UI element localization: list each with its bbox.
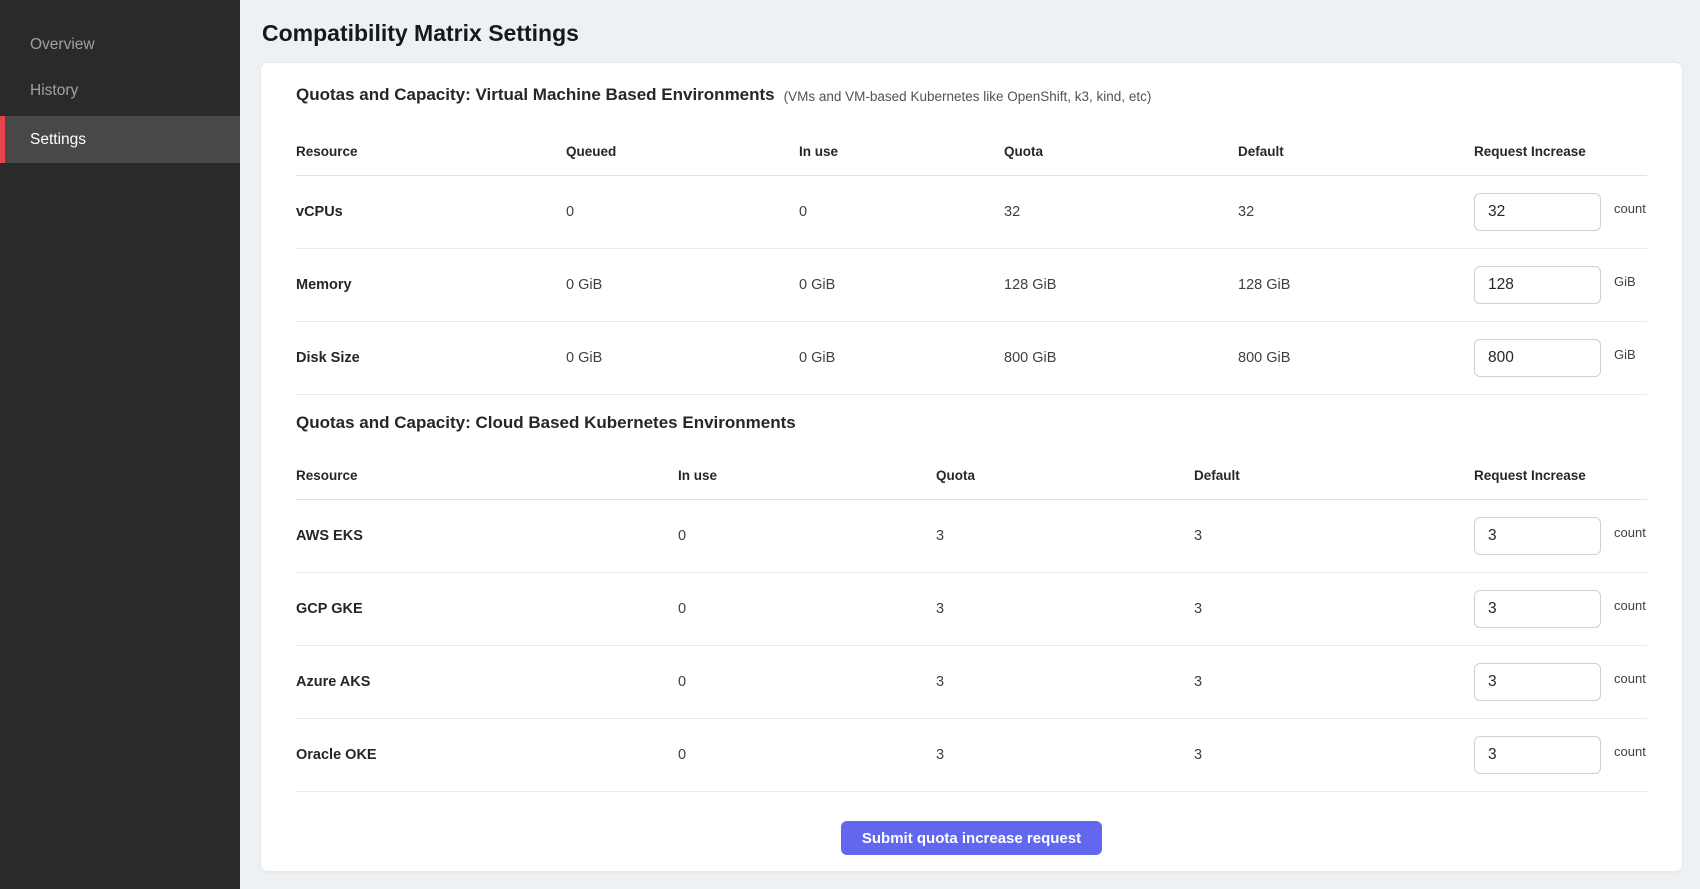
app-window: Overview History Settings Compatibility … — [0, 0, 1700, 889]
request-increase-input[interactable] — [1474, 266, 1601, 304]
request-increase-input[interactable] — [1474, 193, 1601, 231]
section-header: Quotas and Capacity: Virtual Machine Bas… — [296, 63, 1647, 127]
table-row: vCPUs003232count — [296, 176, 1647, 249]
value-cell: 3 — [936, 601, 1194, 617]
table-row: Oracle OKE033count — [296, 719, 1647, 792]
column-header: Default — [1194, 468, 1474, 483]
column-header: Queued — [566, 144, 799, 159]
sidebar-item-label: Settings — [30, 131, 86, 149]
table-row: Memory0 GiB0 GiB128 GiB128 GiBGiB — [296, 249, 1647, 322]
sidebar-item-label: History — [30, 82, 78, 100]
value-cell: 3 — [1194, 601, 1474, 617]
value-cell: 800 GiB — [1004, 350, 1238, 366]
settings-card: Quotas and Capacity: Virtual Machine Bas… — [260, 62, 1683, 872]
value-cell: 3 — [936, 747, 1194, 763]
sidebar-item-settings[interactable]: Settings — [0, 116, 240, 163]
sidebar-item-history[interactable]: History — [0, 70, 240, 112]
column-header: Resource — [296, 468, 678, 483]
request-increase-cell: count — [1474, 517, 1647, 555]
table-body: vCPUs003232countMemory0 GiB0 GiB128 GiB1… — [296, 176, 1647, 395]
section-title: Quotas and Capacity: Cloud Based Kuberne… — [296, 413, 796, 433]
value-cell: 0 GiB — [799, 350, 1004, 366]
unit-label: count — [1614, 201, 1646, 216]
value-cell: 0 — [678, 674, 936, 690]
column-header: Request Increase — [1474, 468, 1647, 483]
value-cell: 3 — [1194, 528, 1474, 544]
value-cell: 3 — [1194, 747, 1474, 763]
value-cell: 0 — [678, 528, 936, 544]
vm-quotas-section: Quotas and Capacity: Virtual Machine Bas… — [296, 63, 1647, 395]
value-cell: 32 — [1238, 204, 1474, 220]
value-cell: 3 — [936, 528, 1194, 544]
section-title: Quotas and Capacity: Virtual Machine Bas… — [296, 85, 775, 105]
section-subtitle: (VMs and VM-based Kubernetes like OpenSh… — [784, 87, 1152, 104]
value-cell: 0 GiB — [566, 277, 799, 293]
column-header: In use — [799, 144, 1004, 159]
value-cell: 3 — [936, 674, 1194, 690]
resource-label: Azure AKS — [296, 674, 678, 690]
request-increase-cell: count — [1474, 193, 1647, 231]
resource-label: Memory — [296, 277, 566, 293]
table-row: GCP GKE033count — [296, 573, 1647, 646]
sidebar: Overview History Settings — [0, 0, 240, 889]
table-row: AWS EKS033count — [296, 500, 1647, 573]
sidebar-item-label: Overview — [30, 36, 95, 54]
request-increase-cell: GiB — [1474, 339, 1647, 377]
unit-label: count — [1614, 598, 1646, 613]
request-increase-cell: count — [1474, 663, 1647, 701]
submit-quota-increase-button[interactable]: Submit quota increase request — [841, 821, 1102, 855]
value-cell: 0 — [566, 204, 799, 220]
column-header: Resource — [296, 144, 566, 159]
table-header-row: ResourceQueuedIn useQuotaDefaultRequest … — [296, 127, 1647, 176]
value-cell: 128 GiB — [1238, 277, 1474, 293]
table-body: AWS EKS033countGCP GKE033countAzure AKS0… — [296, 500, 1647, 792]
request-increase-input[interactable] — [1474, 517, 1601, 555]
table-header-row: ResourceIn useQuotaDefaultRequest Increa… — [296, 451, 1647, 500]
unit-label: GiB — [1614, 347, 1636, 362]
value-cell: 3 — [1194, 674, 1474, 690]
cloud-quotas-section: Quotas and Capacity: Cloud Based Kuberne… — [296, 395, 1647, 792]
unit-label: count — [1614, 744, 1646, 759]
request-increase-cell: count — [1474, 736, 1647, 774]
unit-label: count — [1614, 525, 1646, 540]
value-cell: 800 GiB — [1238, 350, 1474, 366]
resource-label: Disk Size — [296, 350, 566, 366]
value-cell: 0 — [799, 204, 1004, 220]
resource-label: vCPUs — [296, 204, 566, 220]
column-header: Default — [1238, 144, 1474, 159]
request-increase-cell: count — [1474, 590, 1647, 628]
sidebar-item-overview[interactable]: Overview — [0, 24, 240, 66]
table-row: Azure AKS033count — [296, 646, 1647, 719]
resource-label: AWS EKS — [296, 528, 678, 544]
submit-row: Submit quota increase request — [296, 792, 1647, 873]
value-cell: 0 — [678, 601, 936, 617]
resource-label: Oracle OKE — [296, 747, 678, 763]
main-content: Compatibility Matrix Settings Quotas and… — [240, 0, 1700, 889]
page-title: Compatibility Matrix Settings — [260, 18, 1683, 48]
resource-label: GCP GKE — [296, 601, 678, 617]
unit-label: count — [1614, 671, 1646, 686]
request-increase-input[interactable] — [1474, 736, 1601, 774]
column-header: In use — [678, 468, 936, 483]
table-row: Disk Size0 GiB0 GiB800 GiB800 GiBGiB — [296, 322, 1647, 395]
column-header: Request Increase — [1474, 144, 1647, 159]
request-increase-input[interactable] — [1474, 663, 1601, 701]
section-header: Quotas and Capacity: Cloud Based Kuberne… — [296, 395, 1647, 451]
column-header: Quota — [1004, 144, 1238, 159]
column-header: Quota — [936, 468, 1194, 483]
request-increase-input[interactable] — [1474, 339, 1601, 377]
value-cell: 0 — [678, 747, 936, 763]
request-increase-cell: GiB — [1474, 266, 1647, 304]
value-cell: 32 — [1004, 204, 1238, 220]
request-increase-input[interactable] — [1474, 590, 1601, 628]
value-cell: 128 GiB — [1004, 277, 1238, 293]
value-cell: 0 GiB — [566, 350, 799, 366]
unit-label: GiB — [1614, 274, 1636, 289]
value-cell: 0 GiB — [799, 277, 1004, 293]
